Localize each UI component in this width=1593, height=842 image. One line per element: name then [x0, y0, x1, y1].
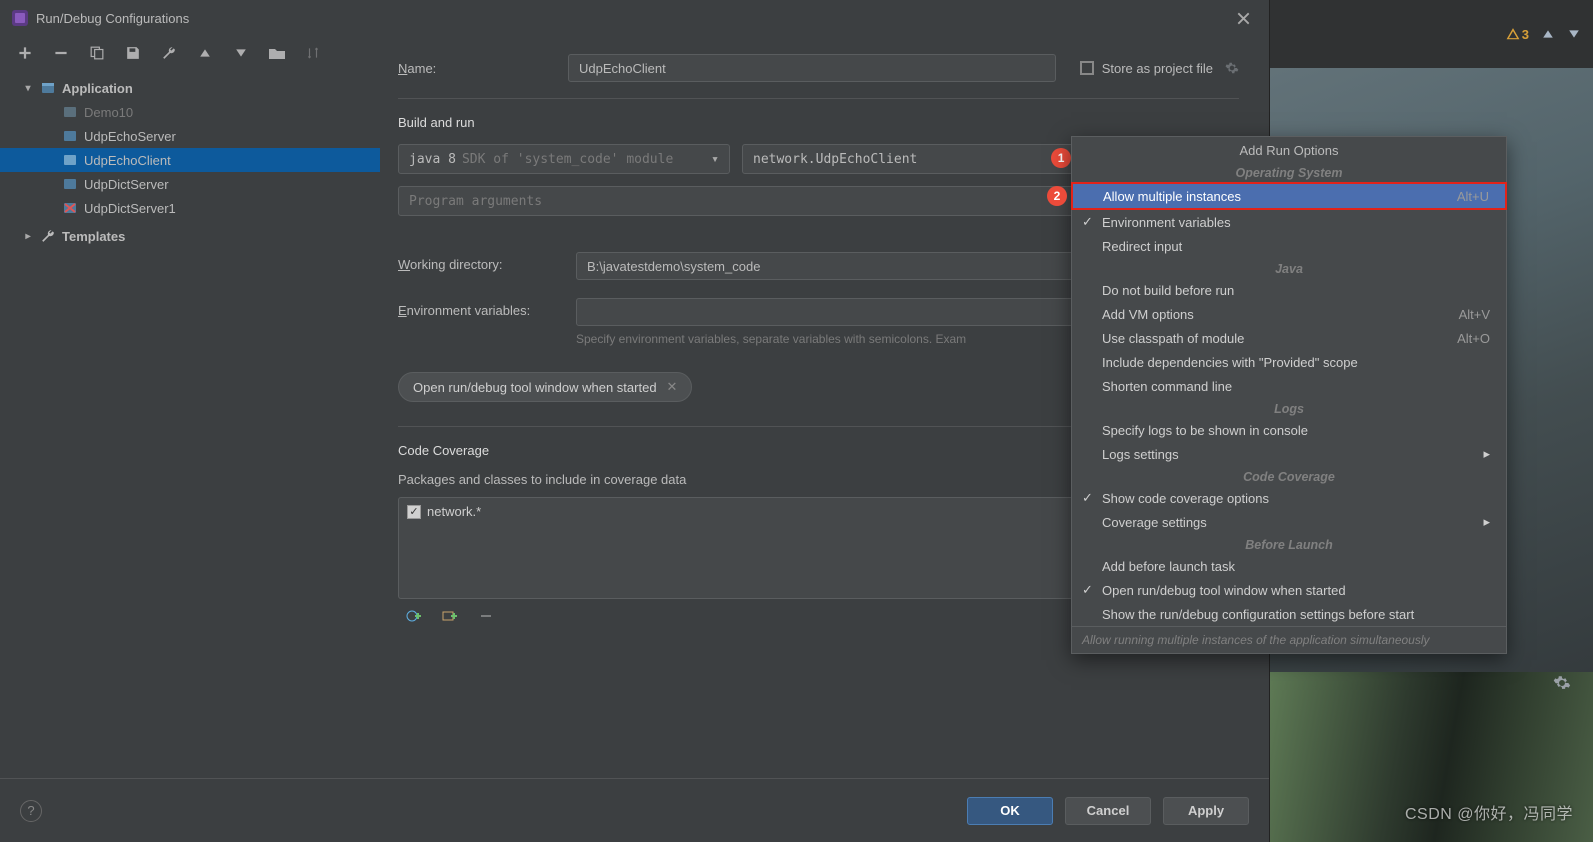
- sort-icon[interactable]: [304, 44, 322, 62]
- remove-icon[interactable]: [478, 608, 494, 624]
- build-run-title: Build and run: [398, 115, 1239, 130]
- tree-item[interactable]: UdpDictServer: [0, 172, 380, 196]
- warning-count: 3: [1522, 27, 1529, 42]
- popup-section-header: Operating System: [1072, 162, 1506, 182]
- workdir-label: Working directory:: [398, 252, 568, 272]
- modify-options-popup: Add Run Options Operating System 2 Allow…: [1071, 136, 1507, 654]
- tree-item[interactable]: UdpEchoServer: [0, 124, 380, 148]
- popup-item[interactable]: ✓Show code coverage options: [1072, 486, 1506, 510]
- checkbox-checked-icon[interactable]: ✓: [407, 505, 421, 519]
- popup-section-header: Logs: [1072, 398, 1506, 418]
- popup-item[interactable]: Show the run/debug configuration setting…: [1072, 602, 1506, 626]
- add-class-icon[interactable]: [406, 608, 422, 624]
- titlebar: Run/Debug Configurations: [0, 0, 1269, 36]
- close-icon[interactable]: [1229, 4, 1257, 32]
- popup-item-allow-multiple[interactable]: 2 Allow multiple instances Alt+U: [1073, 184, 1505, 208]
- popup-item[interactable]: Add VM optionsAlt+V: [1072, 302, 1506, 326]
- chevron-down-icon: ▾: [711, 152, 719, 167]
- move-up-icon[interactable]: [196, 44, 214, 62]
- help-icon[interactable]: ?: [20, 800, 42, 822]
- divider: [398, 98, 1239, 99]
- tree-templates[interactable]: ▸ Templates: [0, 224, 380, 248]
- env-label: Environment variables:: [398, 298, 568, 318]
- popup-item[interactable]: Specify logs to be shown in console: [1072, 418, 1506, 442]
- tree-toolbar: [0, 36, 380, 70]
- run-config-icon: [62, 152, 78, 168]
- annotation-badge-1: 1: [1051, 148, 1071, 168]
- chevron-right-icon: ▸: [1483, 446, 1490, 462]
- chevron-down-icon[interactable]: ▾: [22, 83, 34, 94]
- annotation-highlight-2: 2 Allow multiple instances Alt+U: [1071, 182, 1507, 210]
- popup-section-header: Code Coverage: [1072, 466, 1506, 486]
- popup-section-header: Before Launch: [1072, 534, 1506, 554]
- store-as-project-file[interactable]: Store as project file: [1080, 61, 1239, 76]
- watermark: CSDN @你好，冯同学: [1405, 800, 1573, 824]
- wrench-icon[interactable]: [160, 44, 178, 62]
- apply-button[interactable]: Apply: [1163, 797, 1249, 825]
- window-title: Run/Debug Configurations: [36, 11, 1229, 26]
- popup-item[interactable]: Shorten command line: [1072, 374, 1506, 398]
- run-config-icon: [62, 128, 78, 144]
- folder-icon[interactable]: [268, 44, 286, 62]
- move-down-icon[interactable]: [232, 44, 250, 62]
- tree-group-application[interactable]: ▾ Application: [0, 76, 380, 100]
- checkbox-icon[interactable]: [1080, 61, 1094, 75]
- dialog-footer: ? OK Cancel Apply: [0, 778, 1269, 842]
- tree-item[interactable]: Demo10: [0, 100, 380, 124]
- add-package-icon[interactable]: [442, 608, 458, 624]
- popup-item[interactable]: Add before launch task: [1072, 554, 1506, 578]
- sdk-combo[interactable]: java 8 SDK of 'system_code' module ▾: [398, 144, 730, 174]
- popup-item[interactable]: Do not build before run: [1072, 278, 1506, 302]
- gear-icon[interactable]: [1553, 674, 1571, 692]
- popup-item[interactable]: Include dependencies with "Provided" sco…: [1072, 350, 1506, 374]
- cancel-button[interactable]: Cancel: [1065, 797, 1151, 825]
- popup-item[interactable]: ✓Open run/debug tool window when started: [1072, 578, 1506, 602]
- popup-item-submenu[interactable]: Logs settings▸: [1072, 442, 1506, 466]
- tree-group-label: Application: [62, 81, 232, 96]
- name-label: Name:: [398, 61, 568, 76]
- chevron-right-icon: ▸: [1483, 514, 1490, 530]
- ok-button[interactable]: OK: [967, 797, 1053, 825]
- option-chip[interactable]: Open run/debug tool window when started …: [398, 372, 692, 402]
- next-highlight-icon[interactable]: [1567, 27, 1581, 41]
- save-icon[interactable]: [124, 44, 142, 62]
- popup-section-header: Java: [1072, 258, 1506, 278]
- name-input[interactable]: UdpEchoClient: [568, 54, 1056, 82]
- tree-item-error[interactable]: UdpDictServer1: [0, 196, 380, 220]
- remove-icon[interactable]: [52, 44, 70, 62]
- app-icon: [12, 10, 28, 26]
- ide-toolbar: 3: [1270, 0, 1593, 68]
- application-group-icon: [40, 80, 56, 96]
- popup-item[interactable]: Redirect input: [1072, 234, 1506, 258]
- annotation-badge-2: 2: [1047, 186, 1067, 206]
- popup-item-submenu[interactable]: Coverage settings▸: [1072, 510, 1506, 534]
- tree-item-selected[interactable]: UdpEchoClient: [0, 148, 380, 172]
- prev-highlight-icon[interactable]: [1541, 27, 1555, 41]
- popup-item[interactable]: ✓Environment variables: [1072, 210, 1506, 234]
- popup-hint: Allow running multiple instances of the …: [1072, 626, 1506, 653]
- close-icon[interactable]: ✕: [667, 379, 678, 395]
- check-icon: ✓: [1082, 214, 1094, 230]
- check-icon: ✓: [1082, 582, 1094, 598]
- config-tree-panel: ▾ Application Demo10 UdpEchoServer: [0, 36, 380, 778]
- config-tree[interactable]: ▾ Application Demo10 UdpEchoServer: [0, 70, 380, 778]
- wrench-icon: [40, 228, 56, 244]
- gear-icon[interactable]: [1225, 61, 1239, 75]
- popup-title: Add Run Options: [1072, 137, 1506, 162]
- run-config-icon: [62, 104, 78, 120]
- run-config-error-icon: [62, 200, 78, 216]
- add-icon[interactable]: [16, 44, 34, 62]
- copy-icon[interactable]: [88, 44, 106, 62]
- run-config-icon: [62, 176, 78, 192]
- chevron-right-icon[interactable]: ▸: [22, 231, 34, 242]
- check-icon: ✓: [1082, 490, 1094, 506]
- warnings-indicator[interactable]: 3: [1506, 27, 1529, 42]
- popup-item[interactable]: Use classpath of moduleAlt+O: [1072, 326, 1506, 350]
